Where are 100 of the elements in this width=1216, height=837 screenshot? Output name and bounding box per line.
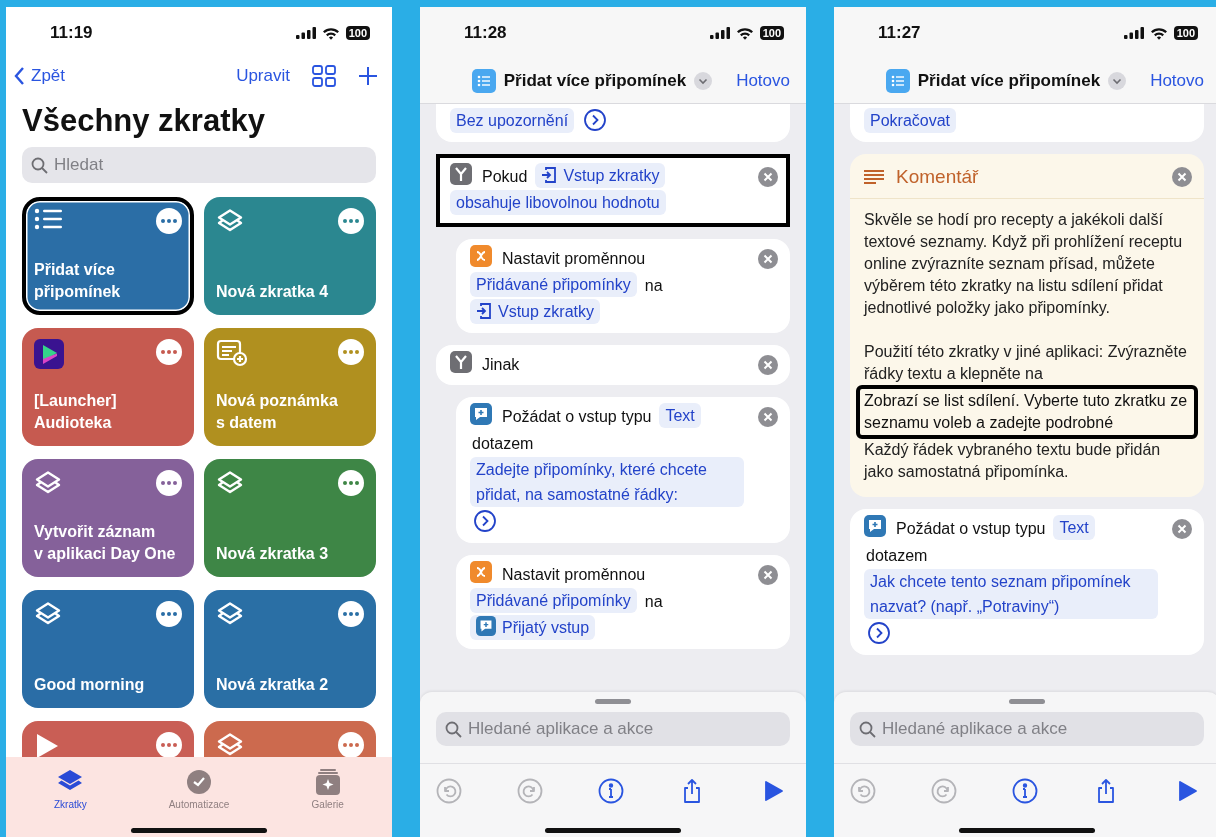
gallery-icon xyxy=(315,769,340,795)
tile-title: Nová zkratka 2 xyxy=(216,675,330,695)
more-button[interactable] xyxy=(156,208,182,234)
comment-text: Skvěle se hodí pro recepty a jakékoli další textové seznamy. Když při prohlížení receptu online zvýrazníte seznam přísad, můžete výběrem této zkratky na listu sdílení přidat jednotlivé položky jako připomínky. xyxy=(864,210,1184,318)
remove-button[interactable] xyxy=(758,167,778,187)
action-title: Požádat o vstup typu xyxy=(502,408,652,425)
wifi-icon xyxy=(735,26,754,40)
more-button[interactable] xyxy=(156,339,182,365)
shortcut-tile[interactable]: Nová zkratka 2 xyxy=(204,590,376,708)
tile-title: Nová zkratka 3 xyxy=(216,544,330,564)
add-button[interactable] xyxy=(358,66,378,86)
more-button[interactable] xyxy=(338,339,364,365)
ellipsis-icon xyxy=(343,219,359,223)
input-icon xyxy=(541,166,558,184)
ellipsis-icon xyxy=(161,743,177,747)
search-field[interactable]: Hledané aplikace a akce xyxy=(436,712,790,746)
tile-title: Vytvořit záznam v aplikaci Day One xyxy=(34,522,177,564)
ellipsis-icon xyxy=(161,481,177,485)
back-link[interactable]: Zpět xyxy=(14,66,66,86)
variable-chip[interactable]: Přidávané připomínky xyxy=(470,272,637,297)
chevron-down-icon[interactable] xyxy=(694,72,713,90)
show-more-button[interactable] xyxy=(474,510,496,532)
variable-chip[interactable]: Přijatý vstup xyxy=(470,615,596,640)
variable-chip[interactable]: Text xyxy=(1053,515,1095,540)
wifi-icon xyxy=(1149,26,1168,40)
variable-chip[interactable]: Text xyxy=(659,403,701,428)
status-time: 11:27 xyxy=(878,23,921,43)
variable-chip[interactable]: Bez upozornění xyxy=(450,108,575,133)
remove-button[interactable] xyxy=(758,565,778,585)
more-button[interactable] xyxy=(338,208,364,234)
speech-bubble-icon xyxy=(864,515,886,537)
info-button[interactable] xyxy=(1012,778,1038,804)
search-icon xyxy=(859,720,876,738)
tab[interactable]: Galerie xyxy=(263,769,392,811)
more-button[interactable] xyxy=(338,732,364,757)
status-time: 11:28 xyxy=(464,23,507,43)
shortcut-tile[interactable]: Vytvořit záznam v aplikaci Day One xyxy=(22,459,194,577)
variable-chip[interactable]: Vstup zkratky xyxy=(535,163,666,188)
done-button[interactable]: Hotovo xyxy=(1150,71,1204,91)
tab[interactable]: Automatizace xyxy=(134,769,264,811)
action-title: Požádat o vstup typu xyxy=(896,520,1046,537)
list-icon xyxy=(34,208,62,230)
show-more-button[interactable] xyxy=(868,622,890,644)
search-icon xyxy=(31,156,48,174)
comment-title: Komentář xyxy=(896,166,980,188)
more-button[interactable] xyxy=(338,601,364,627)
variable-chip[interactable]: Vstup zkratky xyxy=(470,299,601,324)
show-more-button[interactable] xyxy=(584,109,607,131)
done-button[interactable]: Hotovo xyxy=(736,71,790,91)
grid-view-button[interactable] xyxy=(312,65,336,87)
tab[interactable]: Zkratky xyxy=(6,769,135,811)
battery-indicator: 100 xyxy=(759,26,784,40)
action-title: Nastavit proměnnou xyxy=(502,566,646,583)
more-button[interactable] xyxy=(156,470,182,496)
chevron-left-icon xyxy=(14,67,25,85)
remove-button[interactable] xyxy=(758,407,778,427)
remove-button[interactable] xyxy=(1172,167,1192,187)
more-button[interactable] xyxy=(338,470,364,496)
tile-title: Good morning xyxy=(34,675,146,695)
speech-bubble-icon xyxy=(470,403,492,425)
remove-button[interactable] xyxy=(758,249,778,269)
shortcut-tile[interactable]: Nová zkratka 4 xyxy=(204,197,376,315)
variable-chip[interactable]: Přidávané připomínky xyxy=(470,588,637,613)
status-time: 11:19 xyxy=(50,23,93,43)
variable-chip[interactable]: Zadejte připomínky, které chcete přidat, na samostatné řádky: xyxy=(470,457,744,507)
shortcut-tile[interactable]: Good morning xyxy=(22,590,194,708)
comment-text: Použití této zkratky v jiné aplikaci: Zvýrazněte řádky textu a klepněte na xyxy=(864,342,1188,384)
search-field[interactable]: Hledat xyxy=(22,147,376,183)
action-title: Nastavit proměnnou xyxy=(502,250,646,267)
shortcut-tile[interactable]: Nová poznámka s datem xyxy=(204,328,376,446)
shortcut-title[interactable]: Přidat více připomínek xyxy=(917,71,1101,91)
action-label: na xyxy=(644,277,663,294)
action-label: dotazem xyxy=(472,435,534,452)
ellipsis-icon xyxy=(343,481,359,485)
battery-indicator: 100 xyxy=(345,26,370,40)
variable-chip[interactable]: Pokračovat xyxy=(864,108,957,133)
tile-title: [Launcher] Audioteka xyxy=(34,391,118,433)
variable-icon xyxy=(470,245,492,267)
info-button[interactable] xyxy=(598,778,624,804)
search-field[interactable]: Hledané aplikace a akce xyxy=(850,712,1204,746)
highlighted-text: Zobrazí se list sdílení. Vyberte tuto zkratku ze seznamu voleb a zadejte podrobné xyxy=(856,385,1198,439)
ellipsis-icon xyxy=(161,219,177,223)
tile-title: Nová poznámka s datem xyxy=(216,391,339,433)
more-button[interactable] xyxy=(156,601,182,627)
edit-link[interactable]: Upravit xyxy=(236,66,290,86)
remove-button[interactable] xyxy=(1172,519,1192,539)
remove-button[interactable] xyxy=(758,355,778,375)
chevron-down-icon[interactable] xyxy=(1108,72,1127,90)
comment-text: Každý řádek vybraného textu bude přidán jako samostatná připomínka. xyxy=(864,440,1162,482)
shortcut-title[interactable]: Přidat více připomínek xyxy=(503,71,687,91)
variable-chip[interactable]: obsahuje libovolnou hodnotu xyxy=(450,190,666,215)
text-lines-icon xyxy=(864,169,884,185)
note-plus-icon xyxy=(216,339,248,367)
shortcut-tile[interactable]: Přidat více připomínek xyxy=(22,197,194,315)
variable-chip[interactable]: Jak chcete tento seznam připomínek nazvat? (např. „Potraviny“) xyxy=(864,569,1158,619)
ellipsis-icon xyxy=(343,743,359,747)
shortcut-tile[interactable]: Nová zkratka 3 xyxy=(204,459,376,577)
action-title: Pokud xyxy=(482,168,528,185)
shortcut-tile[interactable]: [Launcher] Audioteka xyxy=(22,328,194,446)
more-button[interactable] xyxy=(156,732,182,757)
